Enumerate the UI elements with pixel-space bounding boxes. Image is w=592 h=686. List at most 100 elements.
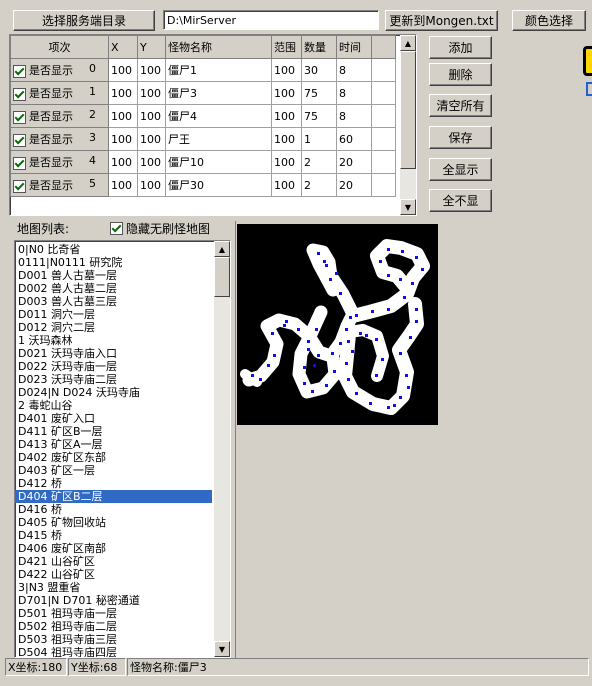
cell-count[interactable]: 30: [301, 58, 337, 82]
cell-time[interactable]: 20: [336, 150, 372, 174]
table-row[interactable]: 是否显示 0 100 100 僵尸1 100 30 8: [10, 58, 396, 82]
list-item[interactable]: D503 祖玛寺庙三层: [15, 633, 212, 646]
list-item[interactable]: D023 沃玛寺庙二层: [15, 373, 212, 386]
list-item[interactable]: D406 废矿区南部: [15, 542, 212, 555]
map-list[interactable]: 0|N0 比奇省 0111|N0111 研究院 D001 兽人古墓一层 D002 兽人…: [14, 240, 231, 658]
cell-x[interactable]: 100: [108, 150, 138, 174]
list-item[interactable]: D401 废矿入口: [15, 412, 212, 425]
cell-time[interactable]: 8: [336, 58, 372, 82]
cell-count[interactable]: 2: [301, 173, 337, 197]
cell-count[interactable]: 1: [301, 127, 337, 151]
row-visible-toggle[interactable]: 是否显示 3: [10, 127, 109, 151]
checkbox-check-icon[interactable]: [13, 156, 26, 170]
checkbox-check-icon[interactable]: [13, 110, 26, 124]
cell-range[interactable]: 100: [271, 104, 302, 128]
list-item[interactable]: 1 沃玛森林: [15, 334, 212, 347]
list-item[interactable]: D422 山谷矿区: [15, 568, 212, 581]
server-dir-path-field[interactable]: D:\MirServer: [163, 10, 379, 30]
cell-monster-name[interactable]: 僵尸30: [165, 173, 272, 197]
cell-range[interactable]: 100: [271, 127, 302, 151]
row-visible-toggle[interactable]: 是否显示 2: [10, 104, 109, 128]
grid-scrollbar[interactable]: ▲ ▼: [400, 35, 416, 215]
cell-y[interactable]: 100: [137, 150, 166, 174]
hide-empty-maps-checkbox[interactable]: 隐藏无刷怪地图: [110, 220, 210, 237]
cell-monster-name[interactable]: 僵尸3: [165, 81, 272, 105]
table-row[interactable]: 是否显示 5 100 100 僵尸30 100 2 20: [10, 173, 396, 197]
cell-time[interactable]: 60: [336, 127, 372, 151]
clear-all-button[interactable]: 清空所有: [429, 94, 492, 117]
hide-all-button[interactable]: 全不显: [429, 189, 492, 212]
color-swatch[interactable]: [583, 46, 592, 76]
cell-y[interactable]: 100: [137, 173, 166, 197]
row-visible-toggle[interactable]: 是否显示 0: [10, 58, 109, 82]
map-preview[interactable]: [237, 224, 438, 425]
list-item[interactable]: D504 祖玛寺庙四层: [15, 646, 212, 657]
map-list-scroll-down[interactable]: ▼: [214, 641, 230, 657]
header-index[interactable]: 项次: [10, 35, 109, 59]
delete-button[interactable]: 删除: [429, 63, 492, 86]
cell-x[interactable]: 100: [108, 58, 138, 82]
grid-scroll-up[interactable]: ▲: [400, 35, 416, 51]
select-server-dir-button[interactable]: 选择服务端目录: [13, 10, 155, 31]
checkbox-check-icon[interactable]: [13, 179, 26, 193]
row-visible-toggle[interactable]: 是否显示 1: [10, 81, 109, 105]
list-item[interactable]: D411 矿区B一层: [15, 425, 212, 438]
map-list-scroll-up[interactable]: ▲: [214, 241, 230, 257]
cell-time[interactable]: 8: [336, 81, 372, 105]
list-item[interactable]: 0111|N0111 研究院: [15, 256, 212, 269]
cell-count[interactable]: 75: [301, 81, 337, 105]
cell-time[interactable]: 8: [336, 104, 372, 128]
list-item[interactable]: D405 矿物回收站: [15, 516, 212, 529]
row-visible-toggle[interactable]: 是否显示 4: [10, 150, 109, 174]
list-item[interactable]: D011 洞穴一层: [15, 308, 212, 321]
cell-monster-name[interactable]: 僵尸4: [165, 104, 272, 128]
cell-y[interactable]: 100: [137, 58, 166, 82]
cell-x[interactable]: 100: [108, 81, 138, 105]
list-item[interactable]: D501 祖玛寺庙一层: [15, 607, 212, 620]
table-row[interactable]: 是否显示 4 100 100 僵尸10 100 2 20: [10, 150, 396, 174]
cell-range[interactable]: 100: [271, 150, 302, 174]
list-item[interactable]: D412 桥: [15, 477, 212, 490]
list-item[interactable]: 3|N3 盟重省: [15, 581, 212, 594]
grid-scroll-thumb[interactable]: [400, 51, 416, 169]
list-item[interactable]: D003 兽人古墓三层: [15, 295, 212, 308]
list-item[interactable]: D413 矿区A一层: [15, 438, 212, 451]
list-item[interactable]: D416 桥: [15, 503, 212, 516]
add-button[interactable]: 添加: [429, 36, 492, 59]
list-item[interactable]: D701|N D701 秘密通道: [15, 594, 212, 607]
table-row[interactable]: 是否显示 1 100 100 僵尸3 100 75 8: [10, 81, 396, 105]
grid-scroll-down[interactable]: ▼: [400, 199, 416, 215]
checkbox-check-icon[interactable]: [13, 64, 26, 78]
list-item[interactable]: 0|N0 比奇省: [15, 243, 212, 256]
table-row[interactable]: 是否显示 3 100 100 尸王 100 1 60: [10, 127, 396, 151]
show-all-button[interactable]: 全显示: [429, 158, 492, 181]
cell-monster-name[interactable]: 僵尸10: [165, 150, 272, 174]
list-item[interactable]: D012 洞穴二层: [15, 321, 212, 334]
checkbox-check-icon[interactable]: [13, 87, 26, 101]
header-range[interactable]: 范围: [271, 35, 302, 59]
cell-range[interactable]: 100: [271, 81, 302, 105]
cell-count[interactable]: 2: [301, 150, 337, 174]
cell-y[interactable]: 100: [137, 127, 166, 151]
header-time[interactable]: 时间: [336, 35, 372, 59]
map-list-scrollbar[interactable]: ▲ ▼: [214, 241, 230, 657]
map-list-scroll-thumb[interactable]: [214, 257, 230, 297]
header-monster-name[interactable]: 怪物名称: [165, 35, 272, 59]
cell-y[interactable]: 100: [137, 81, 166, 105]
save-button[interactable]: 保存: [429, 126, 492, 149]
list-item[interactable]: D404 矿区B二层: [15, 490, 212, 503]
list-item[interactable]: D403 矿区一层: [15, 464, 212, 477]
list-item[interactable]: D415 桥: [15, 529, 212, 542]
list-item[interactable]: D024|N D024 沃玛寺庙: [15, 386, 212, 399]
cell-range[interactable]: 100: [271, 58, 302, 82]
list-item[interactable]: D502 祖玛寺庙二层: [15, 620, 212, 633]
header-x[interactable]: X: [108, 35, 138, 59]
cell-monster-name[interactable]: 尸王: [165, 127, 272, 151]
color-select-button[interactable]: 颜色选择: [512, 10, 586, 31]
row-visible-toggle[interactable]: 是否显示 5: [10, 173, 109, 197]
checkbox-check-icon[interactable]: [13, 133, 26, 147]
monster-grid[interactable]: 项次 X Y 怪物名称 范围 数量 时间 是否显示 0 100 100 僵尸1 100 30…: [9, 34, 417, 216]
list-item[interactable]: 2 毒蛇山谷: [15, 399, 212, 412]
cell-time[interactable]: 20: [336, 173, 372, 197]
cell-count[interactable]: 75: [301, 104, 337, 128]
